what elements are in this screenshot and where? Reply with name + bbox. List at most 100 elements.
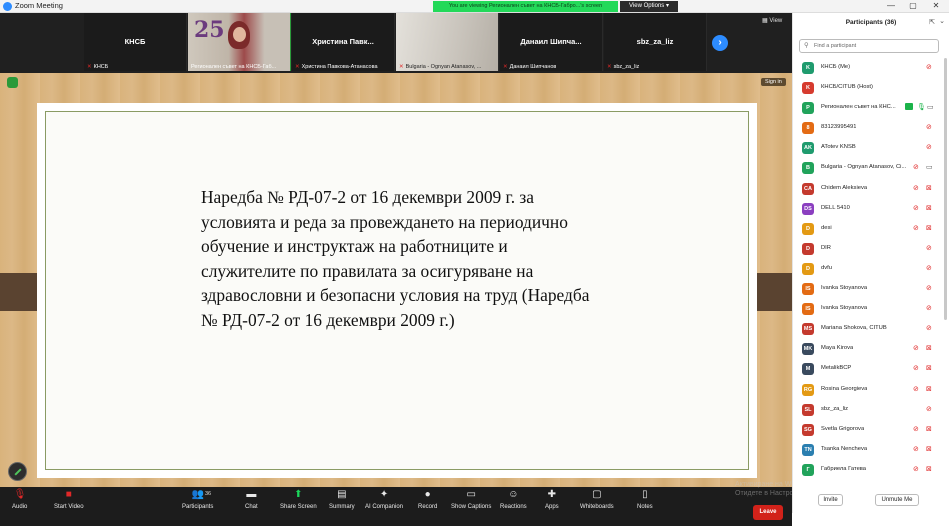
avatar: P bbox=[802, 102, 814, 115]
cc-icon: ▭ bbox=[466, 489, 476, 500]
video-off-icon: ⊠ bbox=[926, 184, 932, 192]
avatar: MK bbox=[802, 343, 814, 356]
mic-muted-icon: ⊘ bbox=[926, 405, 932, 413]
participant-name: Ivanka Stoyanova bbox=[821, 305, 868, 312]
participant-row[interactable]: IS Ivanka Stoyanova ⊘ bbox=[793, 299, 942, 319]
participant-row[interactable]: CA Chidem Aleksieva ⊘ ⊠ bbox=[793, 179, 942, 199]
start-video-button[interactable]: ■ Start Video bbox=[54, 489, 84, 510]
mic-muted-icon: ⊘ bbox=[913, 365, 919, 373]
participant-row[interactable]: MK Maya Kirova ⊘ ⊠ bbox=[793, 339, 942, 359]
mic-muted-icon: ✕ bbox=[295, 64, 300, 70]
mic-muted-icon: ✕ bbox=[399, 64, 404, 70]
video-off-icon: ⊠ bbox=[926, 224, 932, 232]
participant-name: Chidem Aleksieva bbox=[821, 184, 868, 191]
title-bar: Zoom Meeting You are viewing Регионален … bbox=[0, 0, 949, 13]
meeting-area: КНСБ ✕ КНСБ 25 Регионален съвет на КНСБ-Г… bbox=[0, 13, 896, 526]
avatar: Г bbox=[802, 463, 814, 476]
mic-icon: 🎙 bbox=[917, 104, 926, 112]
participants-panel: Participants (36) ⇱ ⌄ ⚲ Find a participa… bbox=[792, 13, 949, 513]
share-screen-icon: ⬆ bbox=[294, 489, 303, 500]
mic-muted-icon: ⊘ bbox=[926, 244, 932, 252]
participant-row[interactable]: K КНСБ/CITUB (Host) bbox=[793, 78, 942, 98]
summary-icon: ▤ bbox=[337, 489, 347, 500]
chevron-down-icon[interactable]: ⌄ bbox=[939, 17, 945, 25]
avatar: B bbox=[802, 162, 814, 175]
participant-row[interactable]: SL sbz_za_liz ⊘ bbox=[793, 400, 942, 420]
video-tile[interactable]: Христина Павк... ✕ Христина Павкова-Атана… bbox=[292, 13, 395, 71]
participant-name: dvfu bbox=[821, 264, 832, 271]
participant-row[interactable]: 8 83123995491 ⊘ bbox=[793, 118, 942, 138]
annotate-pen-button[interactable] bbox=[8, 462, 27, 481]
participant-row[interactable]: D DIR ⊘ bbox=[793, 239, 942, 259]
avatar: 8 bbox=[802, 122, 814, 135]
video-tile[interactable]: Данаил Шипча... ✕ Данаил Шипчанов bbox=[500, 13, 603, 71]
show-captions-button[interactable]: ▭ Show Captions bbox=[451, 489, 491, 510]
participant-row[interactable]: B Bulgaria - Ognyan Atanasov, Ci... ⊘ ▭ bbox=[793, 158, 942, 178]
mic-muted-icon: ⊘ bbox=[926, 325, 932, 333]
avatar: IS bbox=[802, 303, 814, 316]
participant-video bbox=[396, 13, 498, 71]
view-options-button[interactable]: View Options ▾ bbox=[620, 1, 678, 12]
maximize-icon[interactable]: ▢ bbox=[902, 0, 924, 13]
video-tile[interactable]: КНСБ ✕ КНСБ bbox=[84, 13, 187, 71]
participant-row[interactable]: K КНСБ (Me) ⊘ bbox=[793, 58, 942, 78]
invite-button[interactable]: Invite bbox=[818, 494, 843, 506]
view-button[interactable]: ▦ View bbox=[762, 17, 782, 24]
participant-list: K КНСБ (Me) ⊘ K КНСБ/CITUB (Host) P Регионален… bbox=[793, 58, 942, 480]
avatar: MS bbox=[802, 323, 814, 336]
scrollbar[interactable] bbox=[944, 58, 947, 320]
video-off-icon: ⊠ bbox=[926, 465, 932, 473]
video-tile[interactable]: sbz_za_liz ✕ sbz_za_liz bbox=[604, 13, 707, 71]
participant-name: Rosina Georgieva bbox=[821, 385, 868, 392]
record-button[interactable]: ● Record bbox=[418, 489, 437, 510]
participant-row[interactable]: Ddvfu ⊘ bbox=[793, 259, 942, 279]
mic-muted-icon: ⊘ bbox=[913, 445, 919, 453]
ai-companion-button[interactable]: ✦ AI Companion bbox=[365, 489, 403, 510]
participant-row[interactable]: P Регионален съвет на КНС... 🎙 ▭ bbox=[793, 98, 942, 118]
notes-button[interactable]: ▯ Notes bbox=[637, 489, 653, 510]
participant-row[interactable]: TN Tsanka Nencheva ⊘ ⊠ bbox=[793, 440, 942, 460]
panel-title: Participants (36) bbox=[845, 19, 897, 26]
participant-row[interactable]: MS Mariana Shokova, CITUB ⊘ bbox=[793, 319, 942, 339]
participant-row[interactable]: DS DELL 5410 ⊘ ⊠ bbox=[793, 199, 942, 219]
participant-search-input[interactable]: ⚲ Find a participant bbox=[799, 39, 939, 53]
video-off-icon: ⊠ bbox=[926, 425, 932, 433]
video-tile[interactable]: ✕ Bulgaria - Ognyan Atanasov, ... bbox=[396, 13, 499, 71]
participant-row[interactable]: M MetalikBCP ⊘ ⊠ bbox=[793, 359, 942, 379]
participant-row[interactable]: Ddesi ⊘ ⊠ bbox=[793, 219, 942, 239]
close-icon[interactable]: ✕ bbox=[925, 0, 947, 13]
sign-in-button[interactable]: Sign in bbox=[761, 78, 786, 86]
popout-icon[interactable]: ⇱ bbox=[929, 18, 935, 26]
audio-button[interactable]: 🎙 Audio bbox=[12, 489, 27, 510]
apps-icon: ✚ bbox=[547, 489, 557, 500]
share-status-icon[interactable] bbox=[7, 77, 18, 88]
participant-row[interactable]: IS Ivanka Stoyanova ⊘ bbox=[793, 279, 942, 299]
window-title: Zoom Meeting bbox=[15, 1, 63, 10]
mic-muted-icon: ⊘ bbox=[926, 285, 932, 293]
participant-name: Bulgaria - Ognyan Atanasov, Ci... bbox=[821, 164, 907, 171]
participant-name: КНСБ/CITUB (Host) bbox=[821, 84, 873, 91]
share-screen-button[interactable]: ⬆ Share Screen bbox=[280, 489, 317, 510]
whiteboards-button[interactable]: ▢ Whiteboards bbox=[580, 489, 614, 510]
mic-muted-icon: ⊘ bbox=[913, 184, 919, 192]
minimize-icon[interactable]: — bbox=[880, 0, 902, 13]
chat-button[interactable]: ▬ Chat bbox=[245, 489, 258, 510]
avatar: RG bbox=[802, 383, 814, 396]
unmute-me-button[interactable]: Unmute Me bbox=[875, 494, 919, 506]
video-tile[interactable]: 25 Регионален съвет на КНСБ-Габ... bbox=[188, 13, 291, 71]
participant-name: Регионален съвет на КНС... bbox=[821, 104, 896, 111]
next-page-button[interactable]: › bbox=[712, 35, 728, 51]
participant-row[interactable]: Г Габриела Гатева ⊘ ⊠ bbox=[793, 460, 942, 480]
participant-row[interactable]: RG Rosina Georgieva ⊘ ⊠ bbox=[793, 380, 942, 400]
participant-row[interactable]: AK ATotev KNSB ⊘ bbox=[793, 138, 942, 158]
summary-button[interactable]: ▤ Summary bbox=[329, 489, 355, 510]
participant-row[interactable]: SG Svetla Grigorova ⊘ ⊠ bbox=[793, 420, 942, 440]
slide: Наредба № РД-07-2 от 16 декември 2009 г.… bbox=[37, 103, 757, 478]
shared-screen: Sign in Наредба № РД-07-2 от 16 декември… bbox=[0, 73, 792, 487]
video-icon: ▭ bbox=[926, 164, 933, 172]
reactions-button[interactable]: ☺ Reactions bbox=[500, 489, 527, 510]
panel-footer: Invite Unmute Me bbox=[793, 491, 949, 513]
participant-name: Svetla Grigorova bbox=[821, 425, 865, 432]
mic-muted-icon: ⊘ bbox=[926, 64, 932, 71]
apps-button[interactable]: ✚ Apps bbox=[545, 489, 559, 510]
